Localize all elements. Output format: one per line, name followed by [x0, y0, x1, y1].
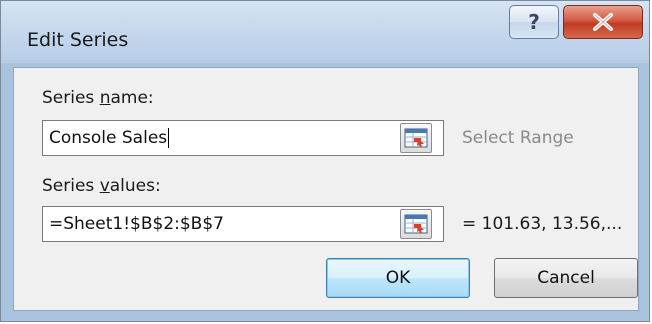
help-button[interactable]: ? [509, 5, 559, 39]
series-name-range-button[interactable] [400, 123, 432, 153]
series-values-preview: = 101.63, 13.56,... [462, 214, 623, 234]
dialog-title: Edit Series [27, 29, 129, 51]
series-values-label: Series values: [42, 176, 161, 196]
edit-series-dialog: Edit Series ? Series name: Console Sales [0, 0, 650, 322]
close-icon [593, 13, 613, 31]
series-values-input[interactable]: =Sheet1!$B$2:$B$7 [42, 206, 444, 242]
title-bar[interactable]: Edit Series ? [1, 1, 649, 63]
series-name-input[interactable]: Console Sales [42, 120, 444, 156]
cancel-button[interactable]: Cancel [494, 258, 638, 298]
question-mark-icon: ? [528, 10, 540, 34]
series-values-range-button[interactable] [400, 209, 432, 239]
ok-button[interactable]: OK [326, 258, 470, 298]
range-selector-icon [404, 128, 428, 148]
range-selector-icon [404, 214, 428, 234]
text-caret [168, 128, 170, 148]
close-button[interactable] [563, 5, 643, 39]
series-name-label: Series name: [42, 88, 154, 108]
series-name-hint: Select Range [462, 128, 574, 148]
dialog-body: Series name: Console Sales Select Range … [13, 67, 639, 311]
